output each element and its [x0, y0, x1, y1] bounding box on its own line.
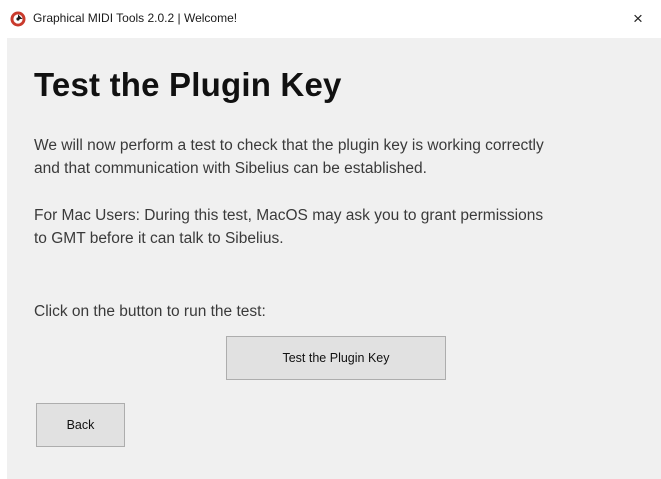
mac-note-line-2: to GMT before it can talk to Sibelius.	[34, 230, 284, 247]
close-button[interactable]: ×	[615, 0, 661, 38]
back-button[interactable]: Back	[36, 403, 125, 447]
app-window: Graphical MIDI Tools 2.0.2 | Welcome! × …	[0, 0, 661, 479]
test-plugin-key-label: Test the Plugin Key	[282, 351, 390, 365]
instruction-text: Click on the button to run the test:	[34, 303, 266, 320]
description-paragraph: We will now perform a test to check that…	[34, 134, 634, 180]
mac-note-line-1: For Mac Users: During this test, MacOS m…	[34, 207, 544, 224]
page-title: Test the Plugin Key	[34, 66, 342, 103]
title-bar[interactable]: Graphical MIDI Tools 2.0.2 | Welcome! ×	[0, 0, 661, 38]
window-title: Graphical MIDI Tools 2.0.2 | Welcome!	[33, 11, 238, 25]
mac-note-paragraph: For Mac Users: During this test, MacOS m…	[34, 204, 634, 250]
description-line-2: and that communication with Sibelius can…	[34, 160, 427, 177]
gmt-logo-icon	[10, 11, 26, 27]
back-button-label: Back	[66, 418, 95, 432]
test-plugin-key-button[interactable]: Test the Plugin Key	[226, 336, 446, 380]
close-icon: ×	[633, 9, 643, 28]
description-line-1: We will now perform a test to check that…	[34, 137, 544, 154]
main-panel: Test the Plugin Key We will now perform …	[7, 38, 661, 479]
